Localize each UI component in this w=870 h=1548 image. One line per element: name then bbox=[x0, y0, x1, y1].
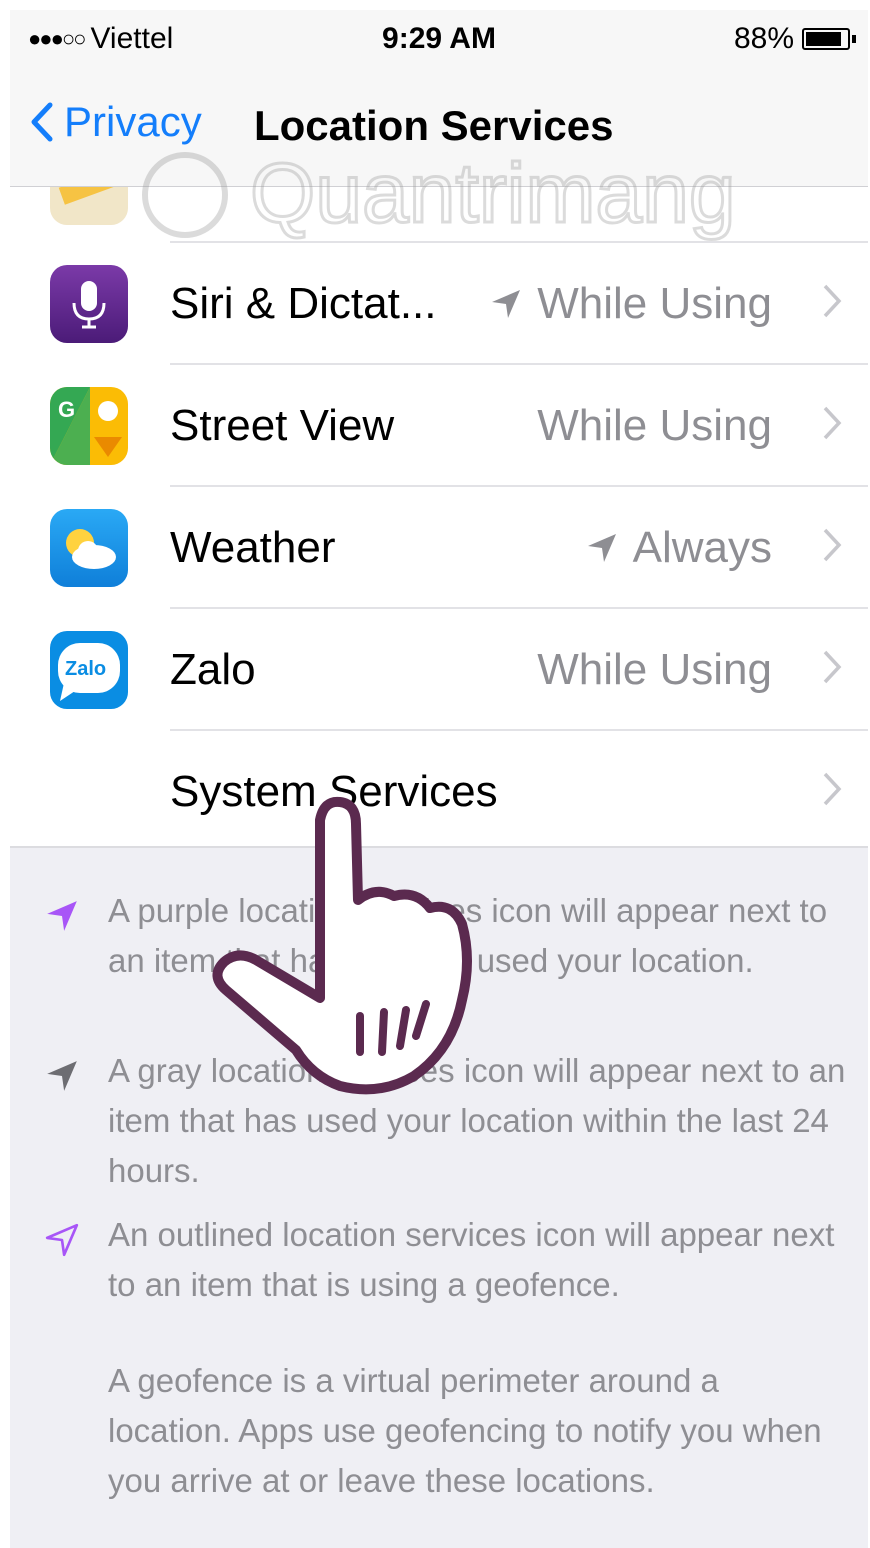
status-bar: ●●●○○ Viettel 9:29 AM 88% bbox=[10, 10, 868, 68]
permission-value: While Using bbox=[489, 279, 772, 329]
app-name: Weather bbox=[170, 523, 336, 572]
list-item-zalo[interactable]: Zalo Zalo While Using bbox=[10, 609, 868, 731]
gray-location-arrow-icon bbox=[47, 1061, 77, 1091]
battery-percent: 88% bbox=[733, 22, 794, 55]
note-gray: A gray location services icon will appea… bbox=[108, 1052, 846, 1189]
note-outlined: An outlined location services icon will … bbox=[108, 1216, 835, 1303]
app-name: Zalo bbox=[170, 645, 256, 694]
note-purple: A purple location services icon will app… bbox=[108, 892, 828, 979]
list-item-partial[interactable] bbox=[10, 187, 868, 243]
app-name: Siri & Dictat... bbox=[170, 279, 437, 328]
svg-text:G: G bbox=[58, 397, 75, 422]
permission-label: While Using bbox=[537, 401, 772, 450]
note-geofence: A geofence is a virtual perimeter around… bbox=[108, 1362, 822, 1499]
back-label: Privacy bbox=[64, 98, 202, 145]
street-view-icon: G bbox=[50, 387, 128, 465]
permission-value: While Using bbox=[537, 645, 772, 695]
app-list: Siri & Dictat... While Using G Street Vi… bbox=[10, 187, 868, 853]
navigation-bar: Privacy Location Services bbox=[10, 68, 868, 187]
chevron-right-icon bbox=[823, 528, 842, 562]
chevron-right-icon bbox=[823, 772, 842, 806]
purple-location-arrow-icon bbox=[47, 901, 77, 931]
permission-label: While Using bbox=[537, 645, 772, 694]
page-title: Location Services bbox=[254, 102, 614, 149]
system-services-label: System Services bbox=[170, 767, 498, 816]
zalo-icon: Zalo bbox=[50, 631, 128, 709]
permission-value: While Using bbox=[537, 401, 772, 451]
back-button[interactable]: Privacy bbox=[30, 98, 202, 146]
battery-tip bbox=[852, 35, 856, 43]
list-item-siri[interactable]: Siri & Dictat... While Using bbox=[10, 243, 868, 365]
chevron-right-icon bbox=[823, 406, 842, 440]
outlined-location-arrow-icon bbox=[45, 1223, 79, 1257]
permission-label: While Using bbox=[537, 279, 772, 328]
list-item-system-services[interactable]: System Services bbox=[10, 731, 868, 853]
list-item-street-view[interactable]: G Street View While Using bbox=[10, 365, 868, 487]
screen: ●●●○○ Viettel 9:29 AM 88% Privacy Locati… bbox=[10, 10, 868, 1548]
list-item-weather[interactable]: Weather Always bbox=[10, 487, 868, 609]
chevron-right-icon bbox=[823, 650, 842, 684]
battery-icon bbox=[802, 28, 850, 50]
maps-icon bbox=[50, 187, 128, 225]
weather-icon bbox=[50, 509, 128, 587]
chevron-left-icon bbox=[31, 102, 53, 142]
svg-text:Zalo: Zalo bbox=[65, 658, 106, 680]
battery: 88% bbox=[734, 22, 856, 56]
microphone-icon bbox=[50, 265, 128, 343]
footer-notes: A purple location services icon will app… bbox=[10, 846, 868, 1548]
chevron-right-icon bbox=[823, 284, 842, 318]
gray-location-arrow-icon bbox=[587, 534, 616, 562]
app-name: Street View bbox=[170, 401, 395, 450]
permission-label: Always bbox=[632, 523, 772, 572]
permission-value: Always bbox=[585, 523, 772, 573]
gray-location-arrow-icon bbox=[492, 290, 521, 318]
